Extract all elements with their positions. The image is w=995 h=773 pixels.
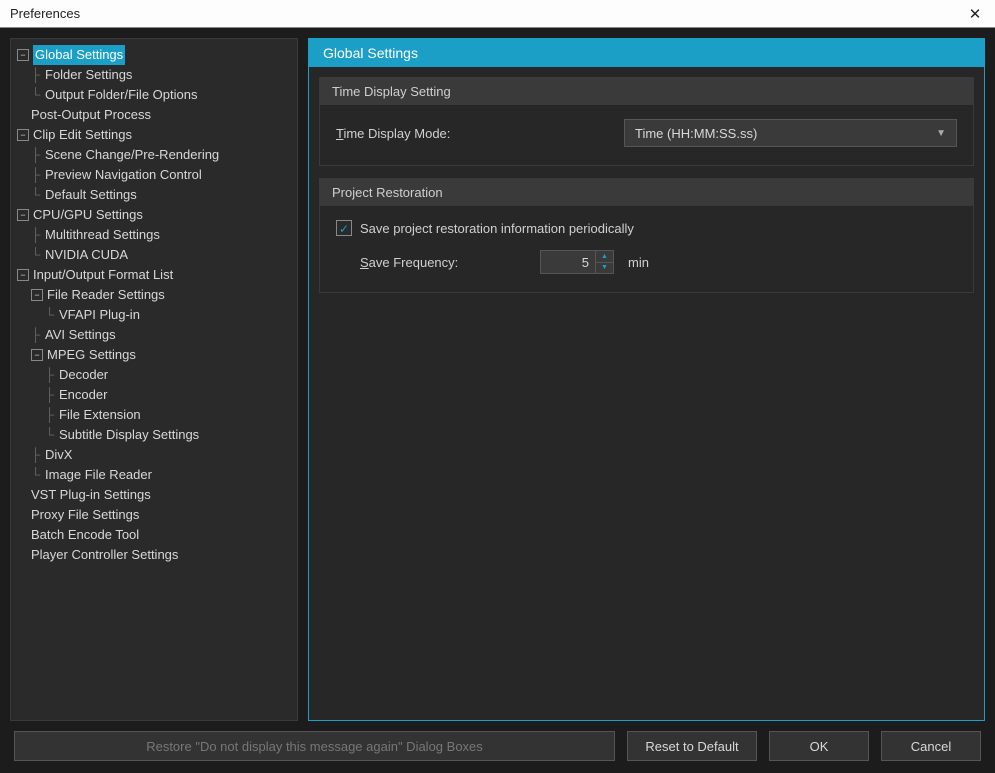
tree-item-player-controller-settings[interactable]: Player Controller Settings xyxy=(15,545,293,565)
collapse-icon[interactable]: − xyxy=(17,269,29,281)
tree-item-multithread-settings[interactable]: ├ Multithread Settings xyxy=(15,225,293,245)
checkbox-save-restoration[interactable] xyxy=(336,220,352,236)
select-value: Time (HH:MM:SS.ss) xyxy=(635,126,757,141)
tree-item-default-settings[interactable]: └ Default Settings xyxy=(15,185,293,205)
tree-item-decoder[interactable]: ├ Decoder xyxy=(15,365,293,385)
collapse-icon[interactable]: − xyxy=(17,129,29,141)
main-area: − Global Settings ├ Folder Settings xyxy=(10,38,985,721)
tree-item-folder-settings[interactable]: ├ Folder Settings xyxy=(15,65,293,85)
tree-item-input-output-format-list[interactable]: − Input/Output Format List xyxy=(15,265,293,285)
tree-item-file-reader-settings[interactable]: − File Reader Settings xyxy=(15,285,293,305)
collapse-icon[interactable]: − xyxy=(31,289,43,301)
titlebar: Preferences ✕ xyxy=(0,0,995,28)
tree-item-cpu-gpu-settings[interactable]: − CPU/GPU Settings xyxy=(15,205,293,225)
tree-item-post-output-process[interactable]: Post-Output Process xyxy=(15,105,293,125)
tree-item-proxy-file-settings[interactable]: Proxy File Settings xyxy=(15,505,293,525)
close-icon[interactable]: ✕ xyxy=(965,4,985,24)
tree-item-clip-edit-settings[interactable]: − Clip Edit Settings xyxy=(15,125,293,145)
tree-item-global-settings[interactable]: − Global Settings xyxy=(15,45,293,65)
tree-item-divx[interactable]: ├ DivX xyxy=(15,445,293,465)
tree-item-output-folder-file-options[interactable]: └ Output Folder/File Options xyxy=(15,85,293,105)
content-panel: Global Settings Time Display Setting Tim… xyxy=(308,38,985,721)
restore-dialogs-button[interactable]: Restore "Do not display this message aga… xyxy=(14,731,615,761)
spinner-save-frequency: ▲ ▼ xyxy=(540,250,614,274)
window-title: Preferences xyxy=(10,6,80,21)
spinner-down-icon[interactable]: ▼ xyxy=(596,263,613,274)
tree-item-vst-plugin-settings[interactable]: VST Plug-in Settings xyxy=(15,485,293,505)
collapse-icon[interactable]: − xyxy=(31,349,43,361)
settings-tree: − Global Settings ├ Folder Settings xyxy=(15,45,293,565)
label-time-display-mode: Time Display Mode: xyxy=(336,126,606,141)
dialog-body: − Global Settings ├ Folder Settings xyxy=(0,28,995,773)
tree-item-image-file-reader[interactable]: └ Image File Reader xyxy=(15,465,293,485)
collapse-icon[interactable]: − xyxy=(17,209,29,221)
group-title-project-restoration: Project Restoration xyxy=(320,179,973,206)
footer: Restore "Do not display this message aga… xyxy=(10,721,985,765)
group-time-display: Time Display Setting Time Display Mode: … xyxy=(319,77,974,166)
collapse-icon[interactable]: − xyxy=(17,49,29,61)
input-save-frequency[interactable] xyxy=(541,251,595,273)
tree-item-avi-settings[interactable]: ├ AVI Settings xyxy=(15,325,293,345)
tree-item-nvidia-cuda[interactable]: └ NVIDIA CUDA xyxy=(15,245,293,265)
ok-button[interactable]: OK xyxy=(769,731,869,761)
spinner-up-icon[interactable]: ▲ xyxy=(596,251,613,263)
tree-item-preview-navigation-control[interactable]: ├ Preview Navigation Control xyxy=(15,165,293,185)
content-body: Time Display Setting Time Display Mode: … xyxy=(309,67,984,303)
label-unit-min: min xyxy=(628,255,649,270)
tree-item-file-extension[interactable]: ├ File Extension xyxy=(15,405,293,425)
tree-panel: − Global Settings ├ Folder Settings xyxy=(10,38,298,721)
label-save-restoration: Save project restoration information per… xyxy=(360,221,634,236)
tree-item-vfapi-plugin[interactable]: └ VFAPI Plug-in xyxy=(15,305,293,325)
content-header: Global Settings xyxy=(309,39,984,67)
tree-item-batch-encode-tool[interactable]: Batch Encode Tool xyxy=(15,525,293,545)
group-project-restoration: Project Restoration Save project restora… xyxy=(319,178,974,293)
tree-item-encoder[interactable]: ├ Encoder xyxy=(15,385,293,405)
cancel-button[interactable]: Cancel xyxy=(881,731,981,761)
reset-to-default-button[interactable]: Reset to Default xyxy=(627,731,757,761)
tree-item-subtitle-display-settings[interactable]: └ Subtitle Display Settings xyxy=(15,425,293,445)
group-title-time-display: Time Display Setting xyxy=(320,78,973,105)
select-time-display-mode[interactable]: Time (HH:MM:SS.ss) ▼ xyxy=(624,119,957,147)
label-save-frequency: Save Frequency: xyxy=(360,255,530,270)
chevron-down-icon: ▼ xyxy=(936,128,946,139)
tree-item-scene-change-pre-rendering[interactable]: ├ Scene Change/Pre-Rendering xyxy=(15,145,293,165)
tree-item-mpeg-settings[interactable]: − MPEG Settings xyxy=(15,345,293,365)
checkmark-icon xyxy=(339,223,349,233)
